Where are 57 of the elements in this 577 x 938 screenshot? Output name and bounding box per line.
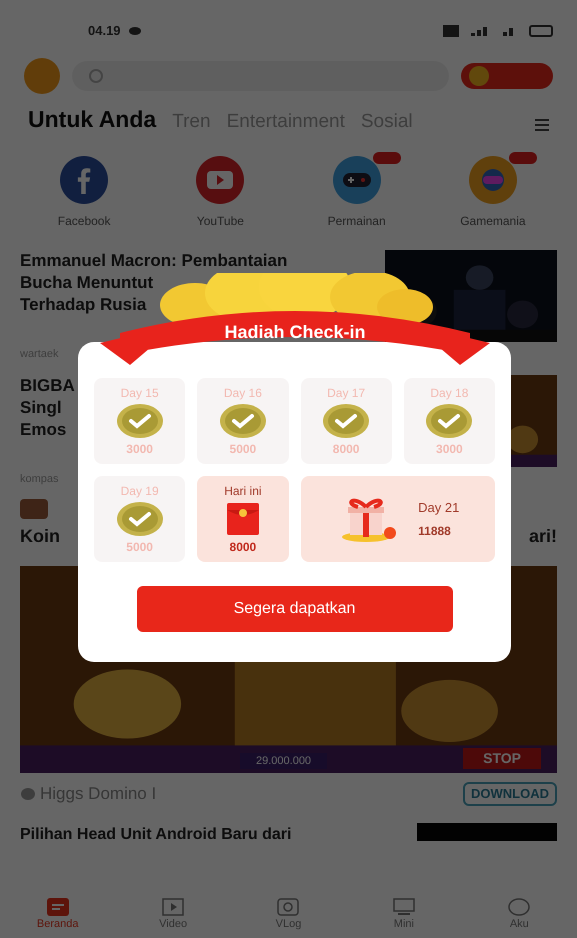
- eye-icon: [128, 26, 141, 36]
- video-icon: [162, 898, 184, 916]
- stop-label: STOP: [463, 748, 541, 769]
- dialog-title: Hadiah Check-in: [223, 321, 367, 344]
- shortcut-label[interactable]: Facebook: [58, 212, 110, 230]
- shortcut-label[interactable]: Permainan: [328, 212, 386, 230]
- coin-amount: 8000: [230, 539, 256, 556]
- new-badge: [508, 152, 537, 164]
- profile-icon: [508, 898, 530, 916]
- day-label: Hari ini: [224, 483, 262, 500]
- day-label: Day 21: [418, 499, 460, 518]
- app-logo-icon: [24, 58, 60, 94]
- jackpot-amount: 29.000.000: [240, 752, 328, 769]
- battery-icon: [529, 25, 553, 37]
- coin-amount: 3000: [126, 441, 153, 458]
- day-label: Day 18: [430, 385, 468, 402]
- check-coin-icon: [425, 403, 474, 439]
- day-label: Day 19: [120, 483, 159, 500]
- search-icon: [88, 68, 104, 84]
- game-icon[interactable]: [468, 156, 517, 204]
- download-button[interactable]: DOWNLOAD: [463, 782, 557, 806]
- shortcut-label[interactable]: Gamemania: [460, 212, 526, 230]
- coin-amount: 5000: [126, 539, 153, 556]
- shortcut-label[interactable]: YouTube: [196, 212, 244, 230]
- check-coin-icon: [116, 501, 164, 537]
- day-label: Day 15: [120, 385, 159, 402]
- category-tab[interactable]: Untuk Anda: [28, 102, 156, 136]
- check-coin-icon: [116, 403, 164, 439]
- monitor-icon: [392, 898, 415, 916]
- coin-amount: 3000: [436, 441, 463, 458]
- play-icon[interactable]: [196, 156, 244, 204]
- menu-icon[interactable]: [535, 118, 549, 132]
- promo-thumbnail-icon: [20, 499, 48, 519]
- nav-tab[interactable]: Beranda: [0, 892, 116, 938]
- day-label: Day 16: [224, 385, 262, 402]
- check-coin-icon: [322, 403, 370, 439]
- gamepad-icon[interactable]: [332, 156, 381, 204]
- camera-icon: [277, 898, 300, 916]
- news-headline[interactable]: Pilihan Head Unit Android Baru dari: [20, 822, 405, 846]
- promo-text[interactable]: ari!: [528, 523, 557, 550]
- news-headline[interactable]: Emmanuel Macron: Pembantaian: [20, 250, 373, 272]
- facebook-icon[interactable]: [60, 156, 108, 204]
- envelope-icon: [226, 502, 260, 536]
- reward-button[interactable]: [461, 63, 553, 89]
- day-label: Day 17: [327, 385, 366, 402]
- search-field[interactable]: [72, 61, 449, 91]
- claim-button[interactable]: Segera dapatkan: [136, 586, 452, 632]
- coin-amount: 8000: [332, 441, 360, 458]
- check-coin-icon: [218, 403, 267, 439]
- data-icon: [443, 25, 459, 37]
- coin-amount: 11888: [418, 522, 452, 540]
- promo-text[interactable]: Koin: [20, 523, 60, 550]
- status-time: 04.19: [88, 22, 121, 40]
- coin-amount: 5000: [230, 441, 256, 458]
- chat-icon: [20, 786, 36, 801]
- home-icon: [46, 898, 69, 916]
- new-badge: [372, 152, 401, 164]
